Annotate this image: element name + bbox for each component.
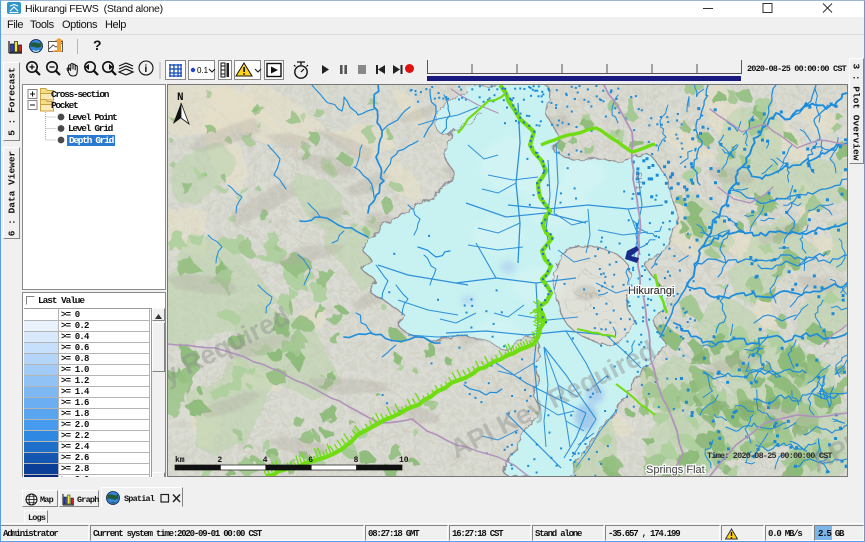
svg-text:N: N bbox=[177, 92, 184, 104]
svg-text:4: 4 bbox=[263, 456, 268, 465]
svg-text:0.1: 0.1 bbox=[197, 66, 209, 75]
svg-text:2: 2 bbox=[217, 456, 222, 465]
svg-text:i: i bbox=[145, 64, 148, 75]
svg-text:km: km bbox=[175, 456, 185, 465]
svg-text:SH 1: SH 1 bbox=[634, 172, 643, 190]
svg-text:Time: 2020-08-25 00:00:00 CST: Time: 2020-08-25 00:00:00 CST bbox=[707, 451, 832, 461]
svg-text:10: 10 bbox=[399, 456, 409, 465]
svg-text:8: 8 bbox=[354, 456, 359, 465]
svg-text:Hikurangi: Hikurangi bbox=[628, 285, 674, 297]
svg-text:6: 6 bbox=[308, 456, 313, 465]
svg-text:Springs Flat: Springs Flat bbox=[646, 464, 705, 476]
